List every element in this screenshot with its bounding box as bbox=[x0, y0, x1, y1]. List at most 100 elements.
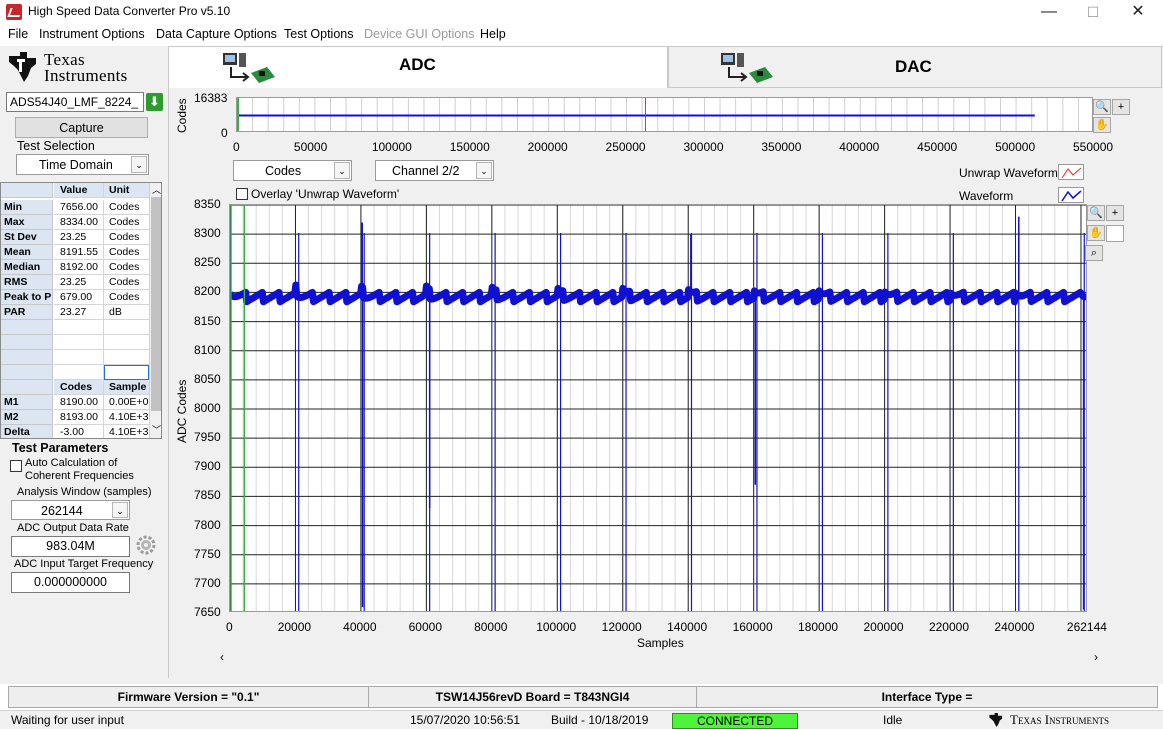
table-row: Peak to P 679.00 Codes bbox=[1, 290, 149, 305]
main-x-tick: 262144 bbox=[1066, 620, 1107, 634]
status-message: Waiting for user input bbox=[11, 713, 124, 727]
analysis-window-label: Analysis Window (samples) bbox=[17, 486, 152, 498]
overview-x-tick: 450000 bbox=[917, 140, 958, 154]
auto-calc-checkbox[interactable] bbox=[10, 460, 22, 472]
menu-device-gui-options[interactable]: Device GUI Options bbox=[364, 27, 474, 41]
main-x-tick: 80000 bbox=[474, 620, 508, 634]
connection-status-badge: CONNECTED bbox=[672, 713, 798, 729]
table-row: Mean 8191.55 Codes bbox=[1, 245, 149, 260]
main-y-tick: 8100 bbox=[194, 342, 221, 357]
pan-hand-icon[interactable]: ✋ bbox=[1087, 225, 1105, 241]
main-y-tick: 7950 bbox=[194, 430, 221, 445]
main-y-tick: 7900 bbox=[194, 459, 221, 474]
status-brand: Texas Instruments bbox=[1010, 712, 1110, 727]
chart-scrollbar[interactable]: ‹ › bbox=[217, 650, 1101, 666]
overview-y-tick: 16383 bbox=[194, 91, 228, 105]
main-y-tick: 7700 bbox=[194, 575, 221, 590]
overview-x-tick: 300000 bbox=[683, 140, 724, 154]
statistics-table[interactable]: Value Unit Min 7656.00 Codes Max 8334.00 Cod… bbox=[0, 182, 162, 439]
overview-x-tick: 100000 bbox=[371, 140, 412, 154]
waveform-trace bbox=[230, 281, 1086, 306]
status-bar: Waiting for user input 15/07/2020 10:56:… bbox=[0, 710, 1163, 729]
device-selector[interactable]: ADS54J40_LMF_8224_ bbox=[6, 92, 144, 112]
capture-button[interactable]: Capture bbox=[15, 117, 148, 138]
minimize-button[interactable]: — bbox=[1026, 0, 1072, 24]
download-arrow-icon[interactable]: ⬇ bbox=[146, 93, 163, 111]
table-row bbox=[1, 335, 149, 350]
pc-board-icon bbox=[721, 53, 773, 83]
analysis-window-dropdown[interactable]: 262144 ⌄ bbox=[11, 500, 130, 520]
main-x-tick: 160000 bbox=[732, 620, 773, 634]
auto-calc-label-2: Coherent Frequencies bbox=[25, 470, 134, 482]
scrollbar-thumb[interactable] bbox=[151, 197, 161, 411]
menu-data-capture-options[interactable]: Data Capture Options bbox=[156, 27, 277, 41]
title-bar: High Speed Data Converter Pro v5.10 — ☐ … bbox=[0, 0, 1163, 24]
tab-dac-label: DAC bbox=[895, 57, 932, 76]
column-header: Value bbox=[54, 183, 104, 198]
adc-output-rate-field[interactable]: 983.04M bbox=[11, 536, 130, 557]
overview-plot[interactable] bbox=[236, 97, 1093, 132]
tab-dac[interactable]: DAC bbox=[668, 46, 1162, 88]
test-selection-dropdown[interactable]: Time Domain ⌄ bbox=[16, 154, 149, 175]
adc-target-freq-field[interactable]: 0.000000000 bbox=[11, 572, 130, 593]
zoom-icon[interactable]: 🔍 bbox=[1087, 205, 1105, 221]
status-datetime: 15/07/2020 10:56:51 bbox=[410, 713, 521, 727]
chevron-left-icon[interactable]: ‹ bbox=[220, 650, 224, 664]
board-info-panel: Firmware Version = "0.1" TSW14J56revD Bo… bbox=[8, 686, 1158, 708]
overlay-checkbox[interactable] bbox=[236, 188, 248, 200]
main-y-tick: 8250 bbox=[194, 255, 221, 270]
overview-x-tick: 350000 bbox=[761, 140, 802, 154]
table-scrollbar[interactable]: ︿ ﹀ bbox=[149, 183, 161, 438]
overview-x-tick: 200000 bbox=[527, 140, 568, 154]
cursor-plus-icon[interactable]: + bbox=[1106, 205, 1124, 221]
adc-target-freq-label: ADC Input Target Frequency bbox=[14, 558, 154, 570]
gear-icon[interactable] bbox=[135, 534, 157, 556]
pan-hand-icon[interactable]: ✋ bbox=[1093, 117, 1111, 133]
legend-unwrap-label: Unwrap Waveform bbox=[959, 166, 1058, 180]
adc-output-rate-label: ADC Output Data Rate bbox=[17, 522, 129, 534]
channel-dropdown[interactable]: Channel 2/2 ⌄ bbox=[375, 160, 494, 181]
maximize-button[interactable]: ☐ bbox=[1070, 0, 1116, 24]
table-row bbox=[1, 320, 149, 335]
units-dropdown[interactable]: Codes ⌄ bbox=[233, 160, 352, 181]
main-y-tick: 8200 bbox=[194, 284, 221, 299]
cursor-plus-icon[interactable]: + bbox=[1112, 99, 1130, 115]
units-value: Codes bbox=[265, 164, 302, 178]
chevron-up-icon[interactable]: ︿ bbox=[152, 183, 161, 196]
menu-test-options[interactable]: Test Options bbox=[284, 27, 353, 41]
analysis-window-value: 262144 bbox=[41, 504, 83, 518]
interface-type: Interface Type = bbox=[881, 690, 973, 704]
status-build: Build - 10/18/2019 bbox=[551, 713, 649, 727]
overview-x-tick: 400000 bbox=[839, 140, 880, 154]
main-x-tick: 140000 bbox=[667, 620, 708, 634]
chevron-right-icon[interactable]: › bbox=[1094, 650, 1098, 664]
tab-adc[interactable]: ADC bbox=[168, 46, 668, 88]
auto-calc-label: Auto Calculation of bbox=[25, 457, 118, 469]
menu-instrument-options[interactable]: Instrument Options bbox=[39, 27, 145, 41]
main-x-tick: 220000 bbox=[928, 620, 969, 634]
marker-row: Delta -3.00 4.10E+3 bbox=[1, 425, 149, 438]
table-row bbox=[1, 365, 149, 380]
main-plot[interactable] bbox=[229, 204, 1087, 612]
overview-x-tick: 150000 bbox=[449, 140, 490, 154]
chevron-down-icon: ⌄ bbox=[131, 156, 147, 173]
main-x-tick: 40000 bbox=[343, 620, 377, 634]
chevron-down-icon: ⌄ bbox=[476, 162, 492, 179]
table-header-row: Value Unit bbox=[1, 183, 149, 198]
zoom-reset-icon[interactable]: ⌕ bbox=[1085, 245, 1103, 261]
table-row bbox=[1, 350, 149, 365]
main-x-axis-title: Samples bbox=[637, 636, 684, 650]
cursor-box[interactable] bbox=[1106, 225, 1124, 242]
table-row: PAR 23.27 dB bbox=[1, 305, 149, 320]
menu-help[interactable]: Help bbox=[480, 27, 506, 41]
menu-file[interactable]: File bbox=[8, 27, 28, 41]
ti-logo-line2: Instruments bbox=[44, 66, 128, 85]
chevron-down-icon[interactable]: ﹀ bbox=[152, 423, 161, 436]
table-row: Min 7656.00 Codes bbox=[1, 200, 149, 215]
main-x-tick: 0 bbox=[226, 620, 233, 634]
close-button[interactable]: ✕ bbox=[1115, 0, 1161, 24]
main-y-tick: 7750 bbox=[194, 546, 221, 561]
zoom-icon[interactable]: 🔍 bbox=[1093, 99, 1111, 115]
main-y-tick: 8150 bbox=[194, 313, 221, 328]
window-title: High Speed Data Converter Pro v5.10 bbox=[28, 4, 231, 18]
